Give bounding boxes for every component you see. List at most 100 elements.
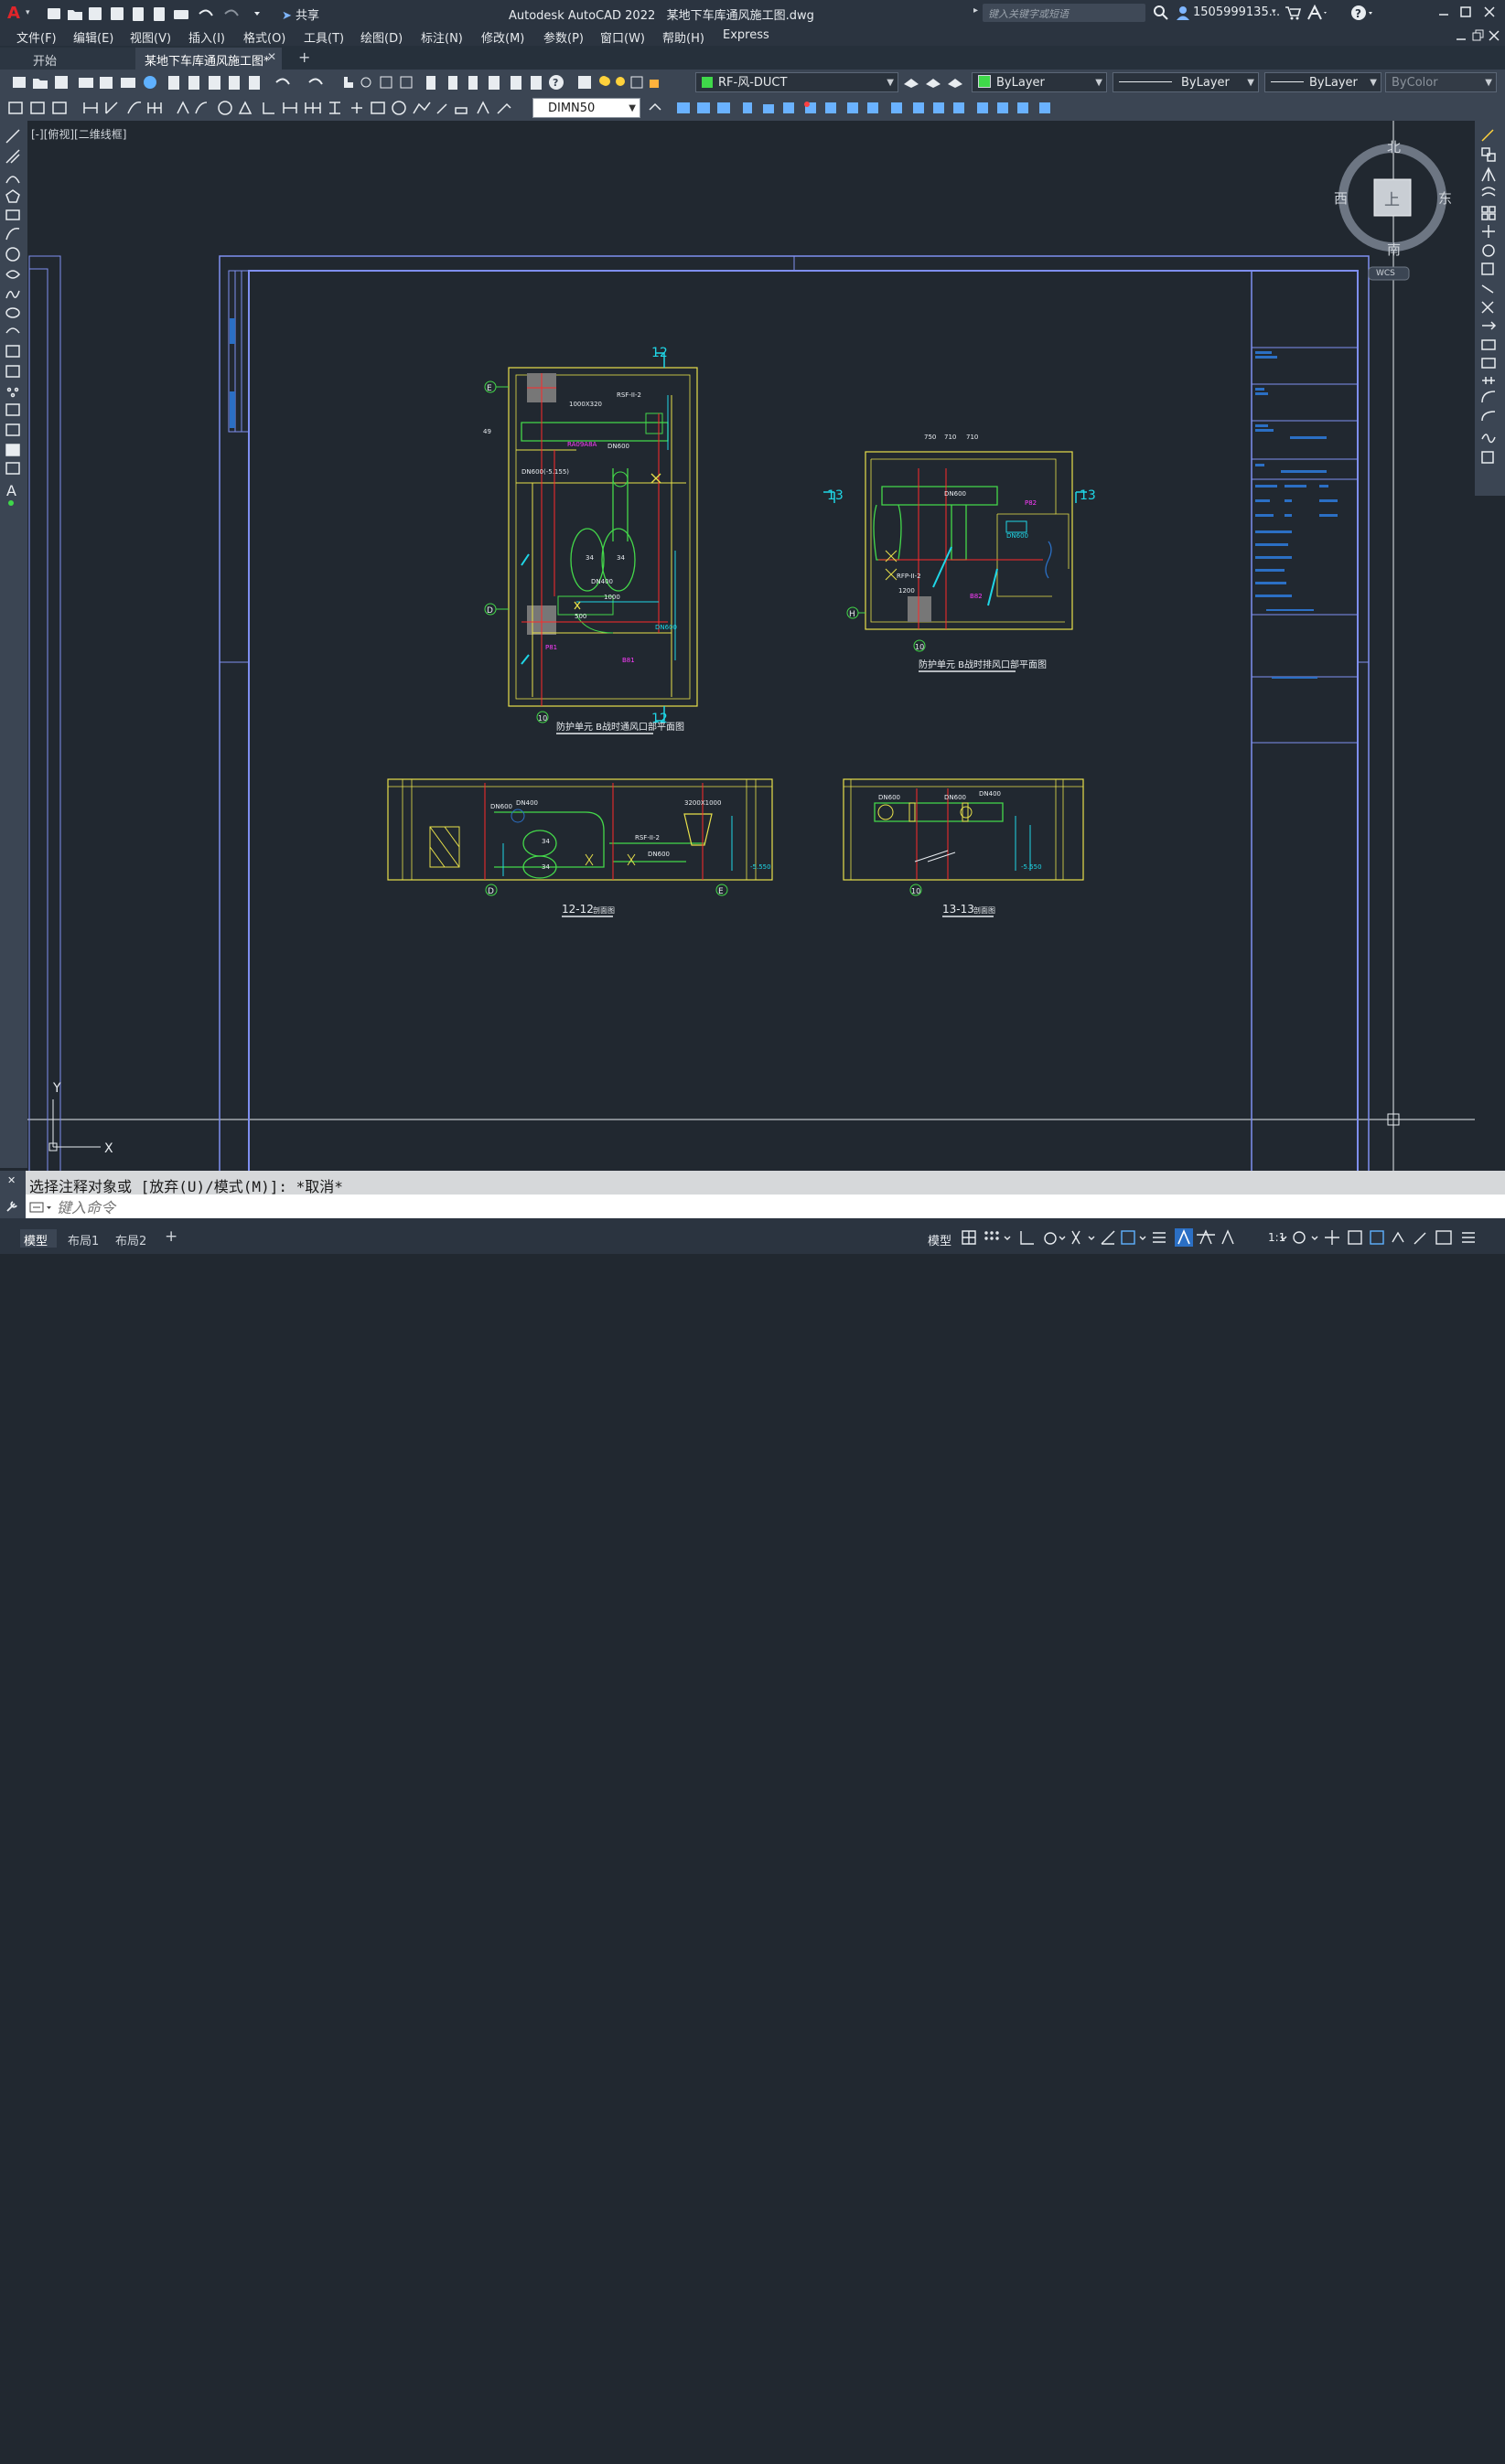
object-snap-icon[interactable]: [1122, 2446, 1140, 2464]
line-tool-icon[interactable]: [5, 245, 22, 262]
tool-palettes-icon[interactable]: [467, 73, 483, 90]
wcs-menu[interactable]: WCS: [1376, 269, 1395, 278]
help-icon[interactable]: ?: [1350, 5, 1374, 25]
polar-icon[interactable]: [1041, 2446, 1059, 2464]
markup-icon[interactable]: [509, 73, 525, 90]
lineweight-icon[interactable]: [1153, 2446, 1171, 2464]
qnew-icon[interactable]: [13, 73, 29, 90]
toolbar-redo-icon[interactable]: [307, 73, 329, 90]
viewcube-south[interactable]: 南: [1387, 240, 1401, 259]
web-icon[interactable]: [143, 73, 159, 90]
drawing-close-icon[interactable]: [1488, 28, 1500, 47]
layout-tab-1[interactable]: 布局1: [68, 1231, 99, 1248]
clean-screen-icon[interactable]: [1436, 2446, 1455, 2464]
close-tab-icon[interactable]: ✕: [267, 50, 276, 63]
quick-properties-icon[interactable]: [1369, 2446, 1387, 2464]
menu-insert[interactable]: 插入(I): [188, 28, 225, 46]
region-icon[interactable]: [5, 565, 22, 582]
plotstyle-dropdown[interactable]: ByColor ▼: [1385, 72, 1497, 92]
ortho-icon[interactable]: [1019, 2446, 1037, 2464]
layout-tab-model[interactable]: 模型: [20, 1229, 57, 1248]
toolbar-undo-icon[interactable]: [274, 73, 296, 90]
hatch-icon[interactable]: [5, 525, 22, 541]
search-box[interactable]: 键入关键字或短语: [983, 4, 1145, 22]
drawing-restore-icon[interactable]: [1471, 28, 1484, 47]
properties-icon[interactable]: [425, 73, 441, 90]
menu-dimension[interactable]: 标注(N): [421, 28, 463, 46]
insert-block-icon[interactable]: [5, 466, 22, 483]
table-icon[interactable]: [5, 584, 22, 600]
mtext-icon[interactable]: [5, 602, 22, 618]
model-space-toggle[interactable]: 模型: [928, 1231, 951, 1248]
construction-line-icon[interactable]: [5, 265, 22, 282]
open-file-icon[interactable]: [33, 73, 49, 90]
pan-icon[interactable]: [342, 73, 359, 90]
expand-search-chevron-icon[interactable]: ▸: [973, 5, 978, 16]
isodraft-icon[interactable]: [1070, 2446, 1089, 2464]
print-icon[interactable]: [79, 73, 95, 90]
recent-commands-icon[interactable]: [29, 1200, 53, 1217]
add-selected-icon[interactable]: [5, 618, 22, 635]
menu-help[interactable]: 帮助(H): [662, 28, 704, 46]
search-icon[interactable]: [1153, 5, 1169, 25]
customization-menu-icon[interactable]: [1460, 2446, 1478, 2464]
zoom-previous-icon[interactable]: [401, 73, 417, 90]
lock-ui-icon[interactable]: [1391, 2446, 1409, 2464]
customize-qat-icon[interactable]: [253, 5, 265, 21]
copy-icon[interactable]: [188, 73, 205, 90]
viewcube-north[interactable]: 北: [1387, 137, 1401, 156]
spline-icon[interactable]: [5, 406, 22, 423]
redo-icon[interactable]: [225, 5, 245, 21]
annotation-scale-icon[interactable]: [1222, 2446, 1241, 2464]
ellipse-icon[interactable]: [5, 426, 22, 443]
rectangle-icon[interactable]: [5, 326, 22, 342]
dimstyle-dropdown[interactable]: DIMN50 ▼: [532, 98, 640, 118]
menu-express[interactable]: Express: [723, 28, 769, 42]
cart-icon[interactable]: [1285, 5, 1302, 25]
linetype-dropdown[interactable]: ByLayer ▼: [1113, 72, 1259, 92]
customize-command-icon[interactable]: [0, 1195, 26, 1218]
menu-file[interactable]: 文件(F): [16, 28, 57, 46]
match-properties-icon[interactable]: [229, 73, 245, 90]
menu-format[interactable]: 格式(O): [243, 28, 285, 46]
circle-icon[interactable]: [5, 366, 22, 382]
tab-start[interactable]: 开始: [0, 48, 135, 70]
revcloud-icon[interactable]: [5, 386, 22, 402]
isolate-objects-icon[interactable]: [1414, 2446, 1433, 2464]
sheet-set-icon[interactable]: [489, 73, 505, 90]
menu-view[interactable]: 视图(V): [130, 28, 171, 46]
close-window-icon[interactable]: [1482, 4, 1497, 24]
lineweight-dropdown[interactable]: ByLayer ▼: [1264, 72, 1381, 92]
autodesk-app-icon[interactable]: [1306, 4, 1328, 25]
publish-icon[interactable]: [121, 73, 137, 90]
plot-preview-icon[interactable]: [101, 73, 117, 90]
menu-draw[interactable]: 绘图(D): [360, 28, 403, 46]
open-web-icon[interactable]: [132, 5, 148, 21]
snap-icon[interactable]: [983, 2446, 1001, 2464]
tab-active-drawing[interactable]: 某地下车库通风施工图* ✕: [135, 48, 282, 70]
layout-tab-2[interactable]: 布局2: [115, 1231, 146, 1248]
annotation-monitor-icon[interactable]: [1323, 2446, 1341, 2464]
menu-edit[interactable]: 编辑(E): [73, 28, 113, 46]
new-tab-button[interactable]: +: [298, 48, 310, 66]
maximize-icon[interactable]: [1458, 4, 1473, 24]
point-icon[interactable]: [5, 505, 22, 521]
arc-icon[interactable]: [5, 346, 22, 362]
drawing-minimize-icon[interactable]: [1455, 28, 1467, 47]
close-command-icon[interactable]: ✕: [7, 1174, 16, 1186]
app-menu-chevron-icon[interactable]: ▾: [26, 8, 30, 17]
object-snap-tracking-icon[interactable]: [1102, 2446, 1120, 2464]
save-file-icon[interactable]: [55, 73, 71, 90]
toolbar-help-icon[interactable]: [549, 73, 565, 90]
new-icon[interactable]: [44, 5, 60, 21]
modify-tools[interactable]: [644, 99, 1065, 117]
ellipse-arc-icon[interactable]: [5, 446, 22, 463]
command-input[interactable]: [55, 1196, 1495, 1218]
open-icon[interactable]: [66, 5, 82, 21]
menu-tools[interactable]: 工具(T): [304, 28, 344, 46]
viewcube[interactable]: 北 南 东 西 上 WCS: [1334, 132, 1457, 287]
layer-properties-icon[interactable]: [576, 73, 593, 90]
save-web-icon[interactable]: [154, 5, 170, 21]
undo-icon[interactable]: [198, 5, 218, 21]
plot-icon[interactable]: [174, 5, 190, 21]
